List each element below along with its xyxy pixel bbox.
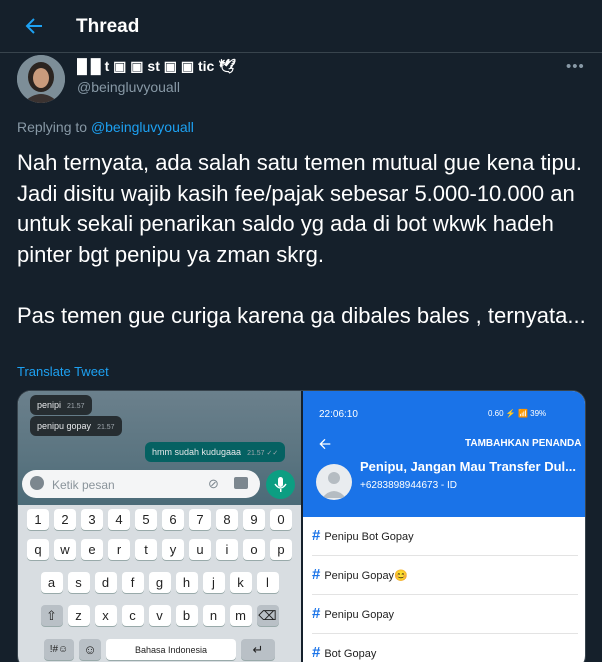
keyboard-row: !#☺ ☺ Bahasa Indonesia ↵ (18, 639, 301, 660)
key: m (229, 605, 252, 626)
tag-item: # Penipu Gopay (312, 605, 395, 622)
key: v (148, 605, 171, 626)
chat-bubble-outgoing: hmm sudah kudugaaa 21.57 ✓✓ (145, 442, 286, 462)
key: u (189, 539, 211, 560)
contact-name: Penipu, Jangan Mau Transfer Dul... (360, 459, 576, 474)
display-name[interactable]: █ █ t ▣ ▣ st ▣ ▣ tic 🕊 (77, 58, 236, 75)
key: k (229, 572, 252, 593)
key: 0 (270, 509, 292, 530)
hashtag-icon: # (312, 527, 321, 544)
back-arrow-icon (319, 438, 331, 450)
key: c (121, 605, 144, 626)
contact-header: TAMBAHKAN PENANDA Penipu, Jangan Mau Tra… (303, 423, 585, 517)
key: h (175, 572, 198, 593)
key: q (27, 539, 49, 560)
message-input: Ketik pesan ⊘ (22, 470, 260, 498)
key: b (175, 605, 198, 626)
mic-icon (266, 470, 295, 499)
key: a (40, 572, 63, 593)
key: p (270, 539, 292, 560)
hashtag-icon: # (312, 566, 321, 583)
key: 6 (162, 509, 184, 530)
page-title: Thread (76, 16, 140, 37)
translate-link[interactable]: Translate Tweet (17, 364, 109, 379)
key: g (148, 572, 171, 593)
contact-action-title: TAMBAHKAN PENANDA (465, 438, 582, 449)
key: r (108, 539, 130, 560)
tag-item: # Bot Gopay (312, 644, 377, 661)
contact-phone: +6283898944673 - ID (360, 480, 458, 491)
divider (312, 594, 578, 595)
key: 2 (54, 509, 76, 530)
tweet-text: Nah ternyata, ada salah satu temen mutua… (17, 150, 586, 328)
divider (312, 555, 578, 556)
key: i (216, 539, 238, 560)
emoji-icon (30, 476, 44, 490)
avatar[interactable] (17, 55, 65, 103)
backspace-key: ⌫ (256, 605, 279, 626)
user-handle[interactable]: @beingluvyouall (77, 79, 180, 95)
enter-key: ↵ (241, 639, 275, 660)
key: z (67, 605, 90, 626)
key: d (94, 572, 117, 593)
key: y (162, 539, 184, 560)
key: f (121, 572, 144, 593)
keyboard-row: ⇧ z x c v b n m ⌫ (18, 605, 301, 626)
tag-item: # Penipu Bot Gopay (312, 527, 414, 544)
key: 4 (108, 509, 130, 530)
key: 5 (135, 509, 157, 530)
key: e (81, 539, 103, 560)
keyboard-row: asdfghjkl (18, 572, 301, 593)
replying-to: Replying to @beingluvyouall (17, 119, 194, 135)
key: t (135, 539, 157, 560)
keyboard-row: 1234567890 (18, 509, 301, 530)
message-placeholder: Ketik pesan (52, 478, 115, 492)
emoji-key: ☺ (79, 639, 101, 660)
key: 1 (27, 509, 49, 530)
divider (312, 633, 578, 634)
whatsapp-screenshot: penipi 21.57 penipu gopay 21.57 hmm sudah … (18, 391, 301, 662)
hashtag-icon: # (312, 605, 321, 622)
key: n (202, 605, 225, 626)
attach-icon: ⊘ (208, 476, 219, 491)
chat-area: penipi 21.57 penipu gopay 21.57 hmm sudah … (18, 391, 301, 505)
key: 9 (243, 509, 265, 530)
more-options-icon[interactable]: ••• (566, 58, 585, 75)
chat-bubble: penipi 21.57 (30, 395, 92, 415)
back-arrow-icon[interactable] (22, 14, 46, 38)
camera-icon (234, 477, 248, 489)
tweet-media[interactable]: penipi 21.57 penipu gopay 21.57 hmm sudah … (17, 390, 586, 662)
key: o (243, 539, 265, 560)
contact-screenshot: 22:06:10 0.60 ⚡ 📶 39% TAMBAHKAN PENANDA … (303, 391, 585, 662)
status-time: 22:06:10 (319, 409, 358, 420)
status-icons: 0.60 ⚡ 📶 39% (488, 409, 547, 418)
hashtag-icon: # (312, 644, 321, 661)
replying-to-label: Replying to (17, 119, 91, 135)
keyboard-row: qwertyuiop (18, 539, 301, 560)
key: 3 (81, 509, 103, 530)
replying-to-link[interactable]: @beingluvyouall (91, 119, 194, 135)
tag-item: # Penipu Gopay😊 (312, 566, 408, 583)
key: x (94, 605, 117, 626)
key: 7 (189, 509, 211, 530)
key: j (202, 572, 225, 593)
key: w (54, 539, 76, 560)
key: s (67, 572, 90, 593)
key: l (256, 572, 279, 593)
chat-bubble: penipu gopay 21.57 (30, 416, 122, 436)
symbols-key: !#☺ (44, 639, 74, 660)
space-key: Bahasa Indonesia (106, 639, 236, 660)
status-bar: 22:06:10 0.60 ⚡ 📶 39% (303, 391, 585, 423)
shift-key: ⇧ (40, 605, 63, 626)
thread-header: Thread (0, 0, 602, 53)
contact-avatar-icon (316, 464, 352, 500)
key: 8 (216, 509, 238, 530)
